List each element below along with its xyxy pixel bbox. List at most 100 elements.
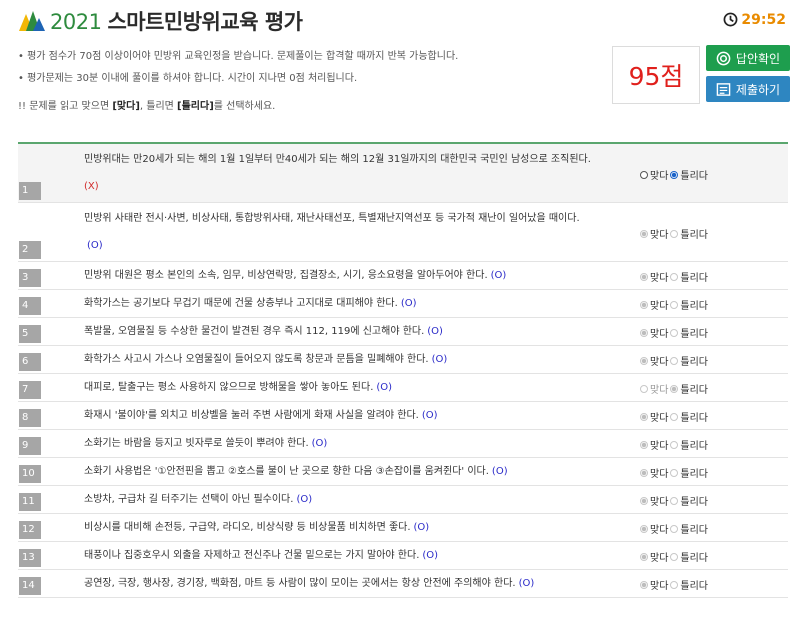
radio-yes[interactable] (640, 384, 648, 393)
option-label-no: 틀리다 (680, 413, 709, 424)
instruction-no: [틀리다] (177, 101, 214, 112)
countdown-timer: 29:52 (723, 12, 786, 28)
radio-no[interactable] (670, 468, 679, 477)
answer-options: 맞다 틀리다 (640, 381, 710, 396)
check-answers-label: 답안확인 (735, 51, 781, 66)
radio-yes[interactable] (640, 468, 648, 477)
answer-mark: (O) (518, 578, 535, 589)
question-text-body: 공연장, 극장, 행사장, 경기장, 백화점, 마트 등 사람이 많이 모이는 … (84, 578, 516, 589)
submit-label: 제출하기 (735, 82, 781, 97)
option-label-yes: 맞다 (650, 301, 669, 312)
question-row: 8 화재시 '불이야'를 외치고 비상벨을 눌러 주변 사람에게 화재 사실을 알… (18, 402, 788, 430)
evaluation-page: 2021 스마트민방위교육 평가 29:52 • 평가 점수가 70점 이상이어야… (0, 0, 800, 619)
question-row: 6 화학가스 사고시 가스나 오염물질이 들어오지 않도록 창문과 문틈을 밀폐해… (18, 346, 788, 374)
option-label-yes: 맞다 (650, 413, 669, 424)
question-number: 3 (19, 269, 41, 287)
radio-yes[interactable] (640, 440, 648, 449)
radio-no[interactable] (670, 229, 679, 238)
answer-mark: (O) (422, 550, 439, 561)
option-label-no: 틀리다 (680, 469, 709, 480)
radio-no[interactable] (670, 524, 679, 533)
question-text: 태풍이나 집중호우시 외출을 자제하고 전신주나 건물 밑으로는 가지 말아야 … (84, 549, 438, 563)
instruction-text: !! 문제를 읽고 맞으면 [맞다], 틀리면 [틀리다]를 선택하세요. (18, 97, 275, 112)
radio-no[interactable] (670, 170, 679, 179)
question-text: 대피로, 탈출구는 평소 사용하지 않으므로 방해물을 쌓아 놓아도 된다. (O… (84, 381, 392, 395)
question-text-body: 대피로, 탈출구는 평소 사용하지 않으므로 방해물을 쌓아 놓아도 된다. (84, 382, 374, 393)
radio-yes[interactable] (640, 552, 648, 561)
radio-no[interactable] (670, 300, 679, 309)
instruction-middle: , 틀리면 (139, 101, 178, 112)
radio-yes[interactable] (640, 300, 648, 309)
question-text-body: 소화기 사용법은 '①안전핀을 뽑고 ②호스를 불이 난 곳으로 향한 다음 ③… (84, 466, 489, 477)
radio-yes[interactable] (640, 524, 648, 533)
option-label-yes: 맞다 (650, 273, 669, 284)
option-label-yes: 맞다 (650, 553, 669, 564)
notice-item: • 평가문제는 30분 이내에 풀이를 하셔야 합니다. 시간이 지나면 0점 … (18, 73, 358, 84)
radio-no[interactable] (670, 440, 679, 449)
option-label-no: 틀리다 (680, 441, 709, 452)
question-number: 9 (19, 437, 41, 455)
question-text: 공연장, 극장, 행사장, 경기장, 백화점, 마트 등 사람이 많이 모이는 … (84, 577, 534, 591)
option-label-no: 틀리다 (680, 385, 709, 396)
radio-yes[interactable] (640, 580, 648, 589)
check-answers-button[interactable]: 답안확인 (706, 45, 790, 71)
radio-no[interactable] (670, 272, 679, 281)
question-row: 5 폭발물, 오염물질 등 수상한 물건이 발견된 경우 즉시 112, 119에… (18, 318, 788, 346)
question-text: 폭발물, 오염물질 등 수상한 물건이 발견된 경우 즉시 112, 119에 … (84, 325, 443, 339)
option-label-no: 틀리다 (680, 581, 709, 592)
answer-mark: (O) (413, 522, 430, 533)
question-text: 소화기는 바람을 등지고 빗자루로 쓸듯이 뿌려야 한다. (O) (84, 437, 327, 451)
radio-no[interactable] (670, 580, 679, 589)
option-label-yes: 맞다 (650, 581, 669, 592)
question-text: 비상시를 대비해 손전등, 구급약, 라디오, 비상식량 등 비상물품 비치하면… (84, 521, 429, 535)
question-row: 1 민방위대는 만20세가 되는 해의 1월 1일부터 만40세가 되는 해의 1… (18, 144, 788, 203)
radio-no[interactable] (670, 384, 679, 393)
question-row: 11 소방차, 구급차 길 터주기는 선택이 아닌 필수이다. (O) 맞다 틀리다 (18, 486, 788, 514)
radio-yes[interactable] (640, 496, 648, 505)
question-row: 10 소화기 사용법은 '①안전핀을 뽑고 ②호스를 불이 난 곳으로 향한 다음… (18, 458, 788, 486)
answer-options: 맞다 틀리다 (640, 465, 710, 480)
answer-options: 맞다 틀리다 (640, 297, 710, 312)
answer-mark: (O) (311, 438, 328, 449)
radio-yes[interactable] (640, 412, 648, 421)
radio-no[interactable] (670, 328, 679, 337)
question-number: 14 (19, 577, 41, 595)
radio-no[interactable] (670, 496, 679, 505)
answer-options: 맞다 틀리다 (640, 437, 710, 452)
document-icon (716, 82, 731, 96)
question-text: 화학가스는 공기보다 무겁기 때문에 건물 상층부나 고지대로 대피해야 한다.… (84, 297, 417, 311)
answer-options: 맞다 틀리다 (640, 353, 710, 368)
option-label-no: 틀리다 (680, 273, 709, 284)
question-row: 7 대피로, 탈출구는 평소 사용하지 않으므로 방해물을 쌓아 놓아도 된다.(… (18, 374, 788, 402)
question-row: 2 민방위 사태란 전시·사변, 비상사태, 통합방위사태, 재난사태선포, 특별… (18, 203, 788, 262)
question-number: 11 (19, 493, 41, 511)
radio-yes[interactable] (640, 328, 648, 337)
question-number: 2 (19, 241, 41, 259)
question-text-body: 민방위 사태란 전시·사변, 비상사태, 통합방위사태, 재난사태선포, 특별재… (84, 213, 580, 224)
submit-button[interactable]: 제출하기 (706, 76, 790, 102)
radio-no[interactable] (670, 412, 679, 421)
option-label-yes: 맞다 (650, 385, 669, 396)
answer-mark: (O) (427, 326, 443, 337)
question-text: 민방위 대원은 평소 본인의 소속, 임무, 비상연락망, 집결장소, 시기, … (84, 269, 506, 283)
answer-options: 맞다 틀리다 (640, 167, 710, 182)
radio-no[interactable] (670, 552, 679, 561)
answer-mark: (O) (421, 410, 438, 421)
answer-mark: (O) (490, 270, 507, 281)
question-number: 8 (19, 409, 41, 427)
radio-no[interactable] (670, 356, 679, 365)
question-text: 소화기 사용법은 '①안전핀을 뽑고 ②호스를 불이 난 곳으로 향한 다음 ③… (84, 465, 508, 479)
radio-yes[interactable] (640, 272, 648, 281)
option-label-yes: 맞다 (650, 357, 669, 368)
notice-list: • 평가 점수가 70점 이상이어야 민방위 교육인정을 받습니다. 문제풀이는… (18, 46, 458, 90)
radio-yes[interactable] (640, 170, 648, 179)
question-text-body: 폭발물, 오염물질 등 수상한 물건이 발견된 경우 즉시 112, 119에 … (84, 326, 425, 337)
question-text-body: 화학가스 사고시 가스나 오염물질이 들어오지 않도록 창문과 문틈을 밀폐해야… (84, 354, 429, 365)
question-number: 12 (19, 521, 41, 539)
timer-value: 29:52 (741, 12, 786, 28)
option-label-yes: 맞다 (650, 171, 669, 182)
question-row: 3 민방위 대원은 평소 본인의 소속, 임무, 비상연락망, 집결장소, 시기,… (18, 262, 788, 290)
radio-yes[interactable] (640, 356, 648, 365)
question-text-body: 민방위대는 만20세가 되는 해의 1월 1일부터 만40세가 되는 해의 12… (84, 154, 591, 165)
radio-yes[interactable] (640, 229, 648, 238)
